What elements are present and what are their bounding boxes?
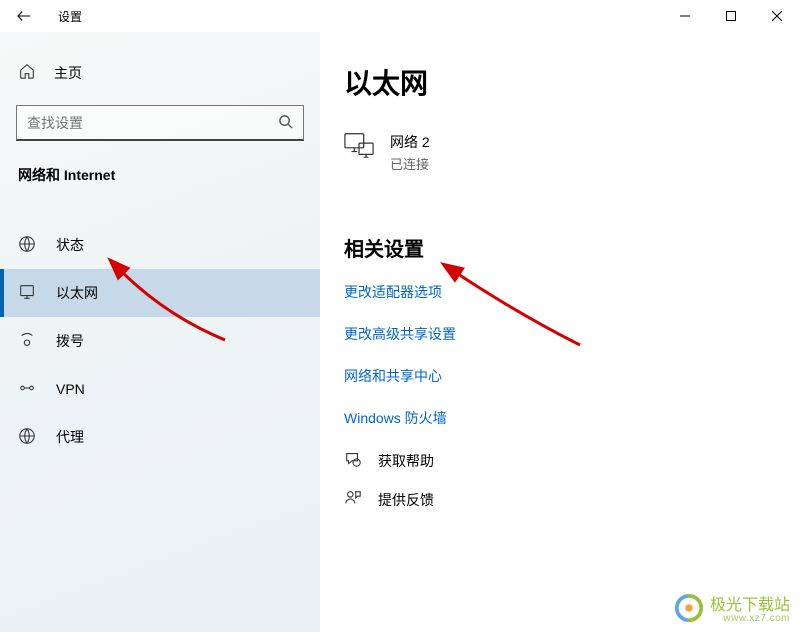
link-adapter-options[interactable]: 更改适配器选项: [344, 282, 800, 302]
sidebar-item-dialup[interactable]: 拨号: [0, 317, 320, 365]
back-button[interactable]: [8, 0, 40, 32]
link-windows-firewall[interactable]: Windows 防火墙: [344, 408, 800, 428]
watermark: 极光下载站 www.xz7.com: [674, 591, 790, 624]
vpn-icon: [18, 379, 36, 400]
link-advanced-sharing[interactable]: 更改高级共享设置: [344, 324, 800, 344]
give-feedback[interactable]: 提供反馈: [344, 489, 800, 510]
page-title: 以太网: [344, 62, 800, 102]
sidebar: 主页 网络和 Internet 状态 以太网 拨号: [0, 32, 320, 632]
watermark-url: www.xz7.com: [710, 613, 790, 624]
network-icon: [344, 132, 374, 161]
sidebar-item-ethernet[interactable]: 以太网: [0, 269, 320, 317]
window-controls: [662, 0, 800, 32]
titlebar: 设置: [0, 0, 800, 32]
status-icon: [18, 235, 36, 256]
main-content: 以太网 网络 2 已连接 相关设置 更改适配器选项 更改高级共享设置 网络和共享…: [320, 32, 800, 632]
sidebar-nav: 状态 以太网 拨号 VPN 代理: [0, 221, 320, 461]
give-feedback-label: 提供反馈: [378, 490, 434, 510]
get-help-label: 获取帮助: [378, 451, 434, 471]
minimize-button[interactable]: [662, 0, 708, 32]
feedback-icon: [344, 489, 362, 510]
home-button[interactable]: 主页: [0, 52, 320, 93]
proxy-icon: [18, 427, 36, 448]
sidebar-item-status[interactable]: 状态: [0, 221, 320, 269]
sidebar-item-label: VPN: [56, 381, 85, 397]
close-button[interactable]: [754, 0, 800, 32]
ethernet-icon: [18, 283, 36, 304]
dialup-icon: [18, 331, 36, 352]
sidebar-section-title: 网络和 Internet: [0, 159, 320, 195]
home-icon: [18, 62, 36, 83]
watermark-text: 极光下载站: [710, 597, 790, 614]
home-label: 主页: [54, 63, 82, 83]
sidebar-item-label: 以太网: [56, 283, 98, 303]
network-entry[interactable]: 网络 2 已连接: [344, 132, 800, 173]
window-title: 设置: [58, 8, 82, 25]
network-status: 已连接: [390, 154, 430, 173]
sidebar-item-label: 拨号: [56, 331, 84, 351]
network-name: 网络 2: [390, 132, 430, 152]
watermark-logo: [674, 593, 704, 623]
sidebar-item-label: 状态: [56, 235, 84, 255]
search-box[interactable]: [16, 105, 304, 141]
help-icon: [344, 450, 362, 471]
maximize-button[interactable]: [708, 0, 754, 32]
sidebar-item-proxy[interactable]: 代理: [0, 413, 320, 461]
sidebar-item-vpn[interactable]: VPN: [0, 365, 320, 413]
search-input[interactable]: [27, 115, 278, 131]
get-help[interactable]: 获取帮助: [344, 450, 800, 471]
link-network-center[interactable]: 网络和共享中心: [344, 366, 800, 386]
related-heading: 相关设置: [344, 233, 800, 262]
sidebar-item-label: 代理: [56, 427, 84, 447]
search-icon: [278, 114, 293, 132]
